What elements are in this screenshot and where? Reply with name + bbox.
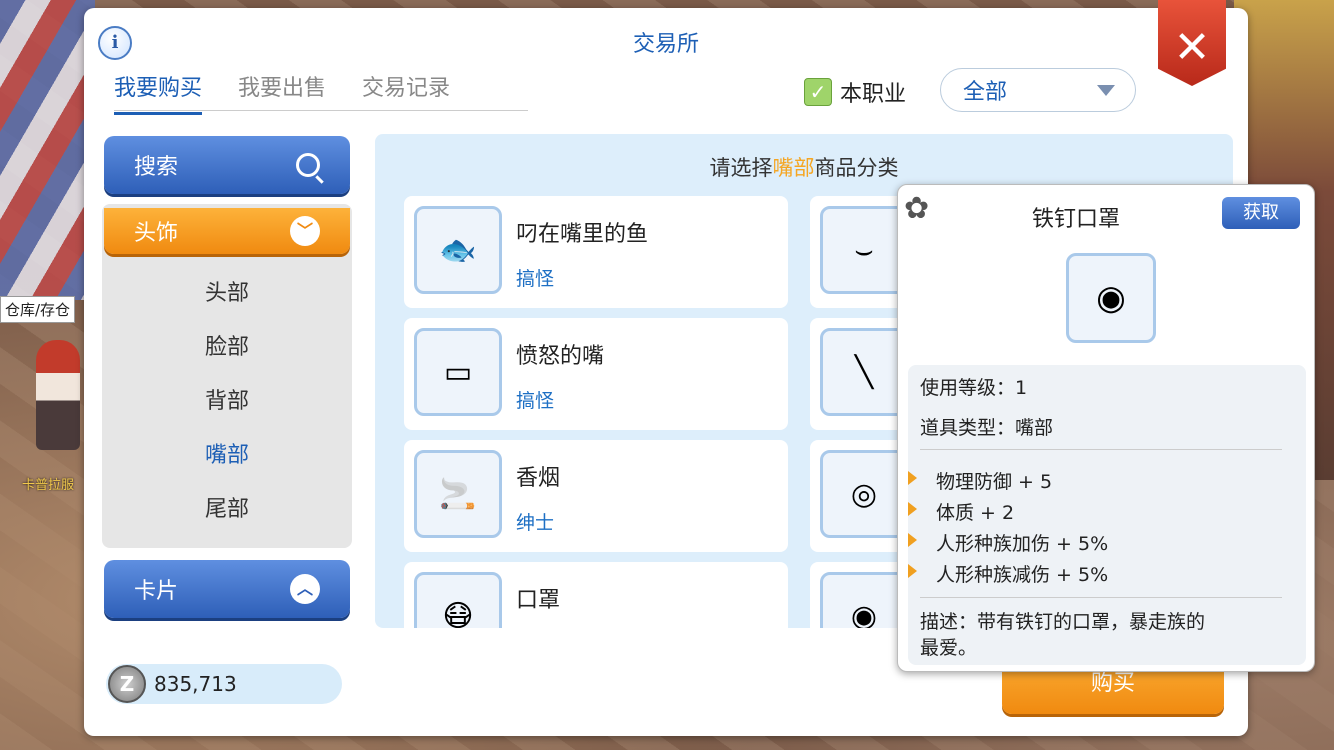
subcategory-head[interactable]: 头部 — [104, 274, 350, 328]
tab-buy[interactable]: 我要购买 — [114, 70, 203, 115]
tab-sell[interactable]: 我要出售 — [238, 70, 326, 115]
spiked-mask-icon: ◉ — [1066, 253, 1156, 343]
zeny-balance: Z 835,713 — [106, 664, 342, 704]
stat-text: 人形种族减伤 + 5% — [936, 564, 1109, 586]
tooltip-level: 使用等级：1 — [920, 373, 1027, 400]
zeny-amount: 835,713 — [154, 672, 237, 696]
pipe-icon: ╲ — [820, 328, 908, 416]
bullet-icon — [908, 564, 917, 578]
subcategory-back[interactable]: 背部 — [104, 382, 350, 436]
close-icon: ✕ — [1173, 22, 1211, 73]
item-name: 叼在嘴里的鱼 — [516, 222, 649, 247]
category-label: 头饰 — [134, 221, 179, 246]
cigarette-icon: 🚬 — [414, 450, 502, 538]
stat-text: 人形种族加伤 + 5% — [936, 533, 1109, 555]
bullet-icon — [908, 502, 917, 516]
bullet-icon — [908, 471, 917, 485]
item-tag: 绅士 — [516, 512, 555, 534]
subcategory-tail[interactable]: 尾部 — [104, 490, 350, 544]
item-tag: 搞怪 — [516, 390, 555, 412]
item-name: 愤怒的嘴 — [516, 344, 605, 369]
tooltip-divider — [920, 449, 1282, 450]
stat-line: 体质 + 2 — [908, 498, 1015, 525]
mask-icon: 😷 — [414, 572, 502, 628]
bullet-icon — [908, 533, 917, 547]
category-headwear[interactable]: 头饰 ﹀ — [104, 208, 350, 254]
card-label: 卡片 — [134, 579, 179, 604]
prompt-highlight: 嘴部 — [772, 156, 815, 180]
item-card[interactable]: 🐟 叼在嘴里的鱼 搞怪 — [404, 196, 788, 308]
tab-history[interactable]: 交易记录 — [362, 70, 450, 115]
item-tooltip: ✿ 铁钉口罩 获取 ◉ 使用等级：1 道具类型：嘴部 物理防御 + 5 体质 +… — [897, 184, 1315, 672]
item-name: 口罩 — [516, 588, 561, 613]
prompt-post: 商品分类 — [814, 156, 899, 180]
job-only-label: 本职业 — [840, 82, 907, 107]
dropdown-arrow-icon — [1097, 85, 1115, 96]
fish-icon: 🐟 — [414, 206, 502, 294]
item-card[interactable]: 😷 口罩 — [404, 562, 788, 628]
search-label: 搜索 — [134, 155, 179, 180]
get-button[interactable]: 获取 — [1222, 197, 1300, 229]
category-prompt: 请选择嘴部商品分类 — [375, 152, 1233, 182]
angry-mouth-icon: ▭ — [414, 328, 502, 416]
type-label: 道具类型： — [920, 417, 1016, 439]
tooltip-type: 道具类型：嘴部 — [920, 413, 1053, 440]
subcategory-mouth[interactable]: 嘴部 — [104, 436, 350, 490]
level-label: 使用等级： — [920, 377, 1016, 399]
stat-line: 物理防御 + 5 — [908, 467, 1053, 494]
level-value: 1 — [1015, 377, 1028, 399]
job-only-checkbox[interactable]: ✓ 本职业 — [804, 76, 906, 108]
item-name: 香烟 — [516, 466, 561, 491]
search-icon — [296, 153, 320, 177]
chevron-down-icon: ﹀ — [290, 216, 320, 246]
search-button[interactable]: 搜索 — [104, 136, 350, 194]
category-card[interactable]: 卡片 ︿ — [104, 560, 350, 618]
stat-text: 体质 + 2 — [936, 502, 1015, 524]
tab-divider — [114, 110, 528, 111]
tooltip-description: 描述：带有铁钉的口罩，暴走族的 最爱。 — [920, 609, 1280, 661]
filter-select-value: 全部 — [963, 80, 1008, 105]
tooltip-title: 铁钉口罩 — [1031, 207, 1120, 232]
close-button[interactable]: ✕ — [1158, 0, 1226, 86]
tooltip-divider — [920, 597, 1282, 598]
filter-select[interactable]: 全部 — [940, 68, 1136, 112]
check-icon: ✓ — [804, 78, 832, 106]
subcategory-face[interactable]: 脸部 — [104, 328, 350, 382]
background-market-stall — [0, 0, 95, 300]
item-tag: 搞怪 — [516, 268, 555, 290]
type-value: 嘴部 — [1015, 417, 1054, 439]
fang-icon: ⌣ — [820, 206, 908, 294]
item-card[interactable]: ▭ 愤怒的嘴 搞怪 — [404, 318, 788, 430]
tab-bar: 我要购买 我要出售 交易记录 — [114, 70, 450, 115]
stat-line: 人形种族减伤 + 5% — [908, 560, 1109, 587]
prompt-pre: 请选择 — [709, 156, 773, 180]
stat-line: 人形种族加伤 + 5% — [908, 529, 1109, 556]
zeny-coin-icon: Z — [108, 665, 146, 703]
description-line-2: 最爱。 — [920, 637, 978, 659]
stat-text: 物理防御 + 5 — [936, 471, 1053, 493]
spiked-mask-icon: ◉ — [820, 572, 908, 628]
pacifier-icon: ◎ — [820, 450, 908, 538]
npc-name: 卡普拉服 — [22, 478, 75, 493]
description-line-1: 描述：带有铁钉的口罩，暴走族的 — [920, 611, 1206, 633]
npc-sprite[interactable] — [36, 340, 80, 450]
subcategory-list: 头部 脸部 背部 嘴部 尾部 — [104, 274, 350, 544]
chevron-up-icon: ︿ — [290, 574, 320, 604]
npc-label: 仓库/存仓 — [0, 296, 76, 323]
item-card[interactable]: 🚬 香烟 绅士 — [404, 440, 788, 552]
window-title: 交易所 — [632, 32, 699, 57]
